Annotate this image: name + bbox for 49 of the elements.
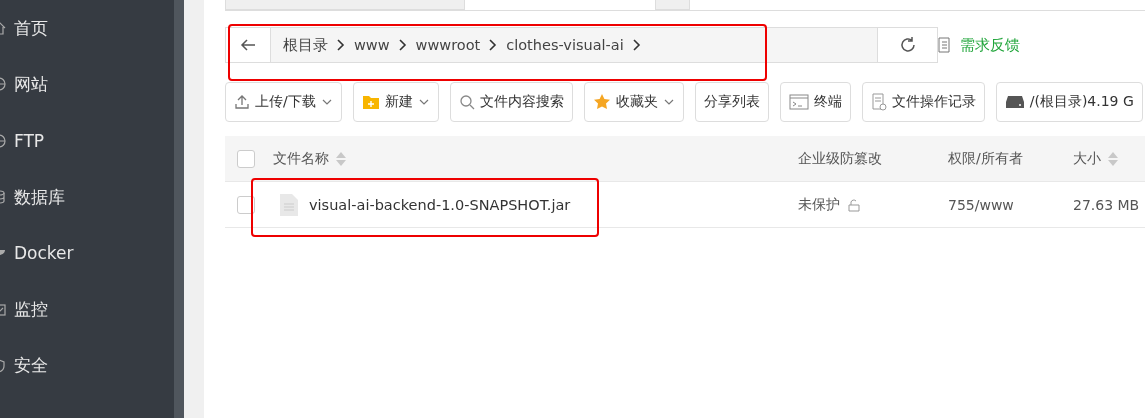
table-cell: 27.63 MB [1073,196,1140,213]
refresh-button[interactable] [878,27,938,63]
table-cell: 755/www [948,196,1014,213]
sort-icon[interactable] [1107,150,1119,167]
sidebar-item[interactable]: 监控 [0,281,174,338]
upload-icon [234,94,250,110]
column-header: 权限/所有者 [948,149,1023,168]
sidebar-item[interactable]: Docker [0,225,174,282]
terminal-icon [788,94,809,110]
column-header: 大小 [1073,149,1101,168]
toolbar-button[interactable]: 新建 [352,82,439,122]
hard-drive-icon [1004,95,1025,109]
unlock-icon [846,197,860,212]
toolbar-button[interactable]: 收藏夹 [583,82,684,122]
toolbar-button[interactable]: 文件操作记录 [861,82,985,122]
tab[interactable] [655,0,690,10]
star-icon [592,93,611,111]
toolbar-button[interactable]: 分享列表 [694,82,769,122]
chevron-right-icon [488,38,499,52]
folder-plus-icon [361,94,380,110]
column-header: 文件名称 [273,149,329,168]
search-icon [458,94,475,110]
chevron-right-icon [336,38,346,52]
path-segment[interactable]: 根目录 [275,35,336,55]
sort-icon[interactable] [335,150,347,167]
toolbar-button[interactable]: /(根目录)4.19 G [995,82,1143,122]
tab[interactable] [225,0,465,10]
toolbar-button[interactable]: 上传/下载 [225,82,342,122]
document-clock-icon [870,93,887,111]
sidebar-item[interactable]: 安全 [0,337,174,395]
chevron-right-icon [631,38,642,52]
checkbox[interactable] [237,149,255,168]
back-arrow-icon [240,38,256,52]
toolbar-button[interactable]: 文件内容搜索 [449,82,573,122]
file-name[interactable]: visual-ai-backend-1.0-SNAPSHOT.jar [309,196,571,213]
refresh-icon [898,36,917,54]
file-icon [279,192,299,217]
sidebar-item[interactable]: 首页 [0,0,174,57]
back-button[interactable] [226,28,271,62]
column-header: 企业级防篡改 [798,149,882,168]
table-cell: 未保护 [798,195,840,214]
chevron-right-icon [397,38,408,52]
path-segment[interactable]: clothes-visual-ai [498,37,632,53]
toolbar-button[interactable]: 终端 [779,82,851,122]
sidebar-item[interactable]: 网站 [0,56,174,113]
sidebar-item[interactable]: FTP [0,112,174,169]
path-segment[interactable]: www [346,37,398,53]
sidebar-item[interactable]: 数据库 [0,168,174,226]
path-segment[interactable]: wwwroot [407,37,489,53]
